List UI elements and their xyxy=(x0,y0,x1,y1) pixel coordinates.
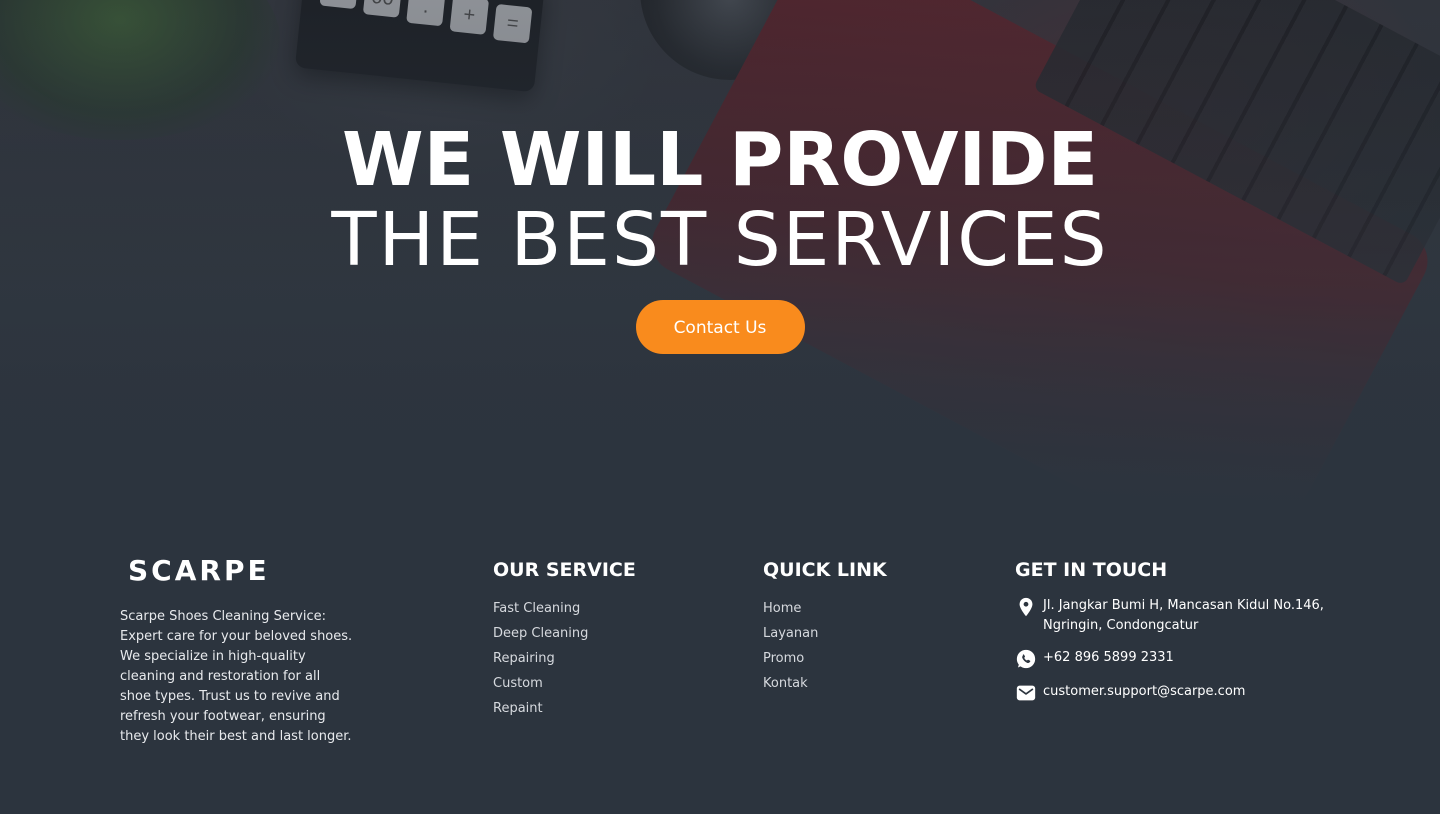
footer: SCARPE Scarpe Shoes Cleaning Service: Ex… xyxy=(0,540,1440,814)
footer-contact-column: GET IN TOUCH Jl. Jangkar Bumi H, Mancasa… xyxy=(1015,556,1345,704)
service-list: Fast Cleaning Deep Cleaning Repairing Cu… xyxy=(493,596,713,721)
hero-title-line-2: THE BEST SERVICES xyxy=(331,197,1109,283)
footer-brand-column: SCARPE Scarpe Shoes Cleaning Service: Ex… xyxy=(120,556,360,747)
quick-link-kontak[interactable]: Kontak xyxy=(763,671,983,696)
contact-us-button[interactable]: Contact Us xyxy=(635,300,805,354)
location-pin-icon xyxy=(1019,597,1033,617)
mail-icon xyxy=(1016,685,1036,701)
address-text: Jl. Jangkar Bumi H, Mancasan Kidul No.14… xyxy=(1043,598,1324,633)
whatsapp-icon xyxy=(1016,649,1036,669)
scarpe-logo[interactable]: SCARPE xyxy=(128,556,360,586)
quick-link-home[interactable]: Home xyxy=(763,596,983,621)
service-link-fast-cleaning[interactable]: Fast Cleaning xyxy=(493,596,713,621)
hero-title-line-1: WE WILL PROVIDE xyxy=(341,117,1099,203)
service-title: OUR SERVICE xyxy=(493,559,636,581)
quick-link-promo[interactable]: Promo xyxy=(763,646,983,671)
quick-link-list: Home Layanan Promo Kontak xyxy=(763,596,983,696)
brand-description: Scarpe Shoes Cleaning Service: Expert ca… xyxy=(120,609,353,744)
service-link-repaint[interactable]: Repaint xyxy=(493,696,713,721)
quick-link-title: QUICK LINK xyxy=(763,559,887,581)
quick-link-layanan[interactable]: Layanan xyxy=(763,621,983,646)
get-in-touch-title: GET IN TOUCH xyxy=(1015,559,1168,581)
contact-list: Jl. Jangkar Bumi H, Mancasan Kidul No.14… xyxy=(1015,596,1345,704)
contact-phone[interactable]: +62 896 5899 2331 xyxy=(1015,648,1345,670)
page: 0 00 . + = WE WILL PROVIDE THE BEST SERV… xyxy=(0,0,1440,814)
phone-text[interactable]: +62 896 5899 2331 xyxy=(1043,648,1174,668)
contact-email[interactable]: customer.support@scarpe.com xyxy=(1015,682,1345,704)
service-link-repairing[interactable]: Repairing xyxy=(493,646,713,671)
footer-service-column: OUR SERVICE Fast Cleaning Deep Cleaning … xyxy=(493,556,713,721)
email-text[interactable]: customer.support@scarpe.com xyxy=(1043,682,1245,702)
hero-section: WE WILL PROVIDE THE BEST SERVICES Contac… xyxy=(0,120,1440,354)
service-link-deep-cleaning[interactable]: Deep Cleaning xyxy=(493,621,713,646)
contact-address: Jl. Jangkar Bumi H, Mancasan Kidul No.14… xyxy=(1015,596,1345,636)
service-link-custom[interactable]: Custom xyxy=(493,671,713,696)
footer-quick-link-column: QUICK LINK Home Layanan Promo Kontak xyxy=(763,556,983,696)
